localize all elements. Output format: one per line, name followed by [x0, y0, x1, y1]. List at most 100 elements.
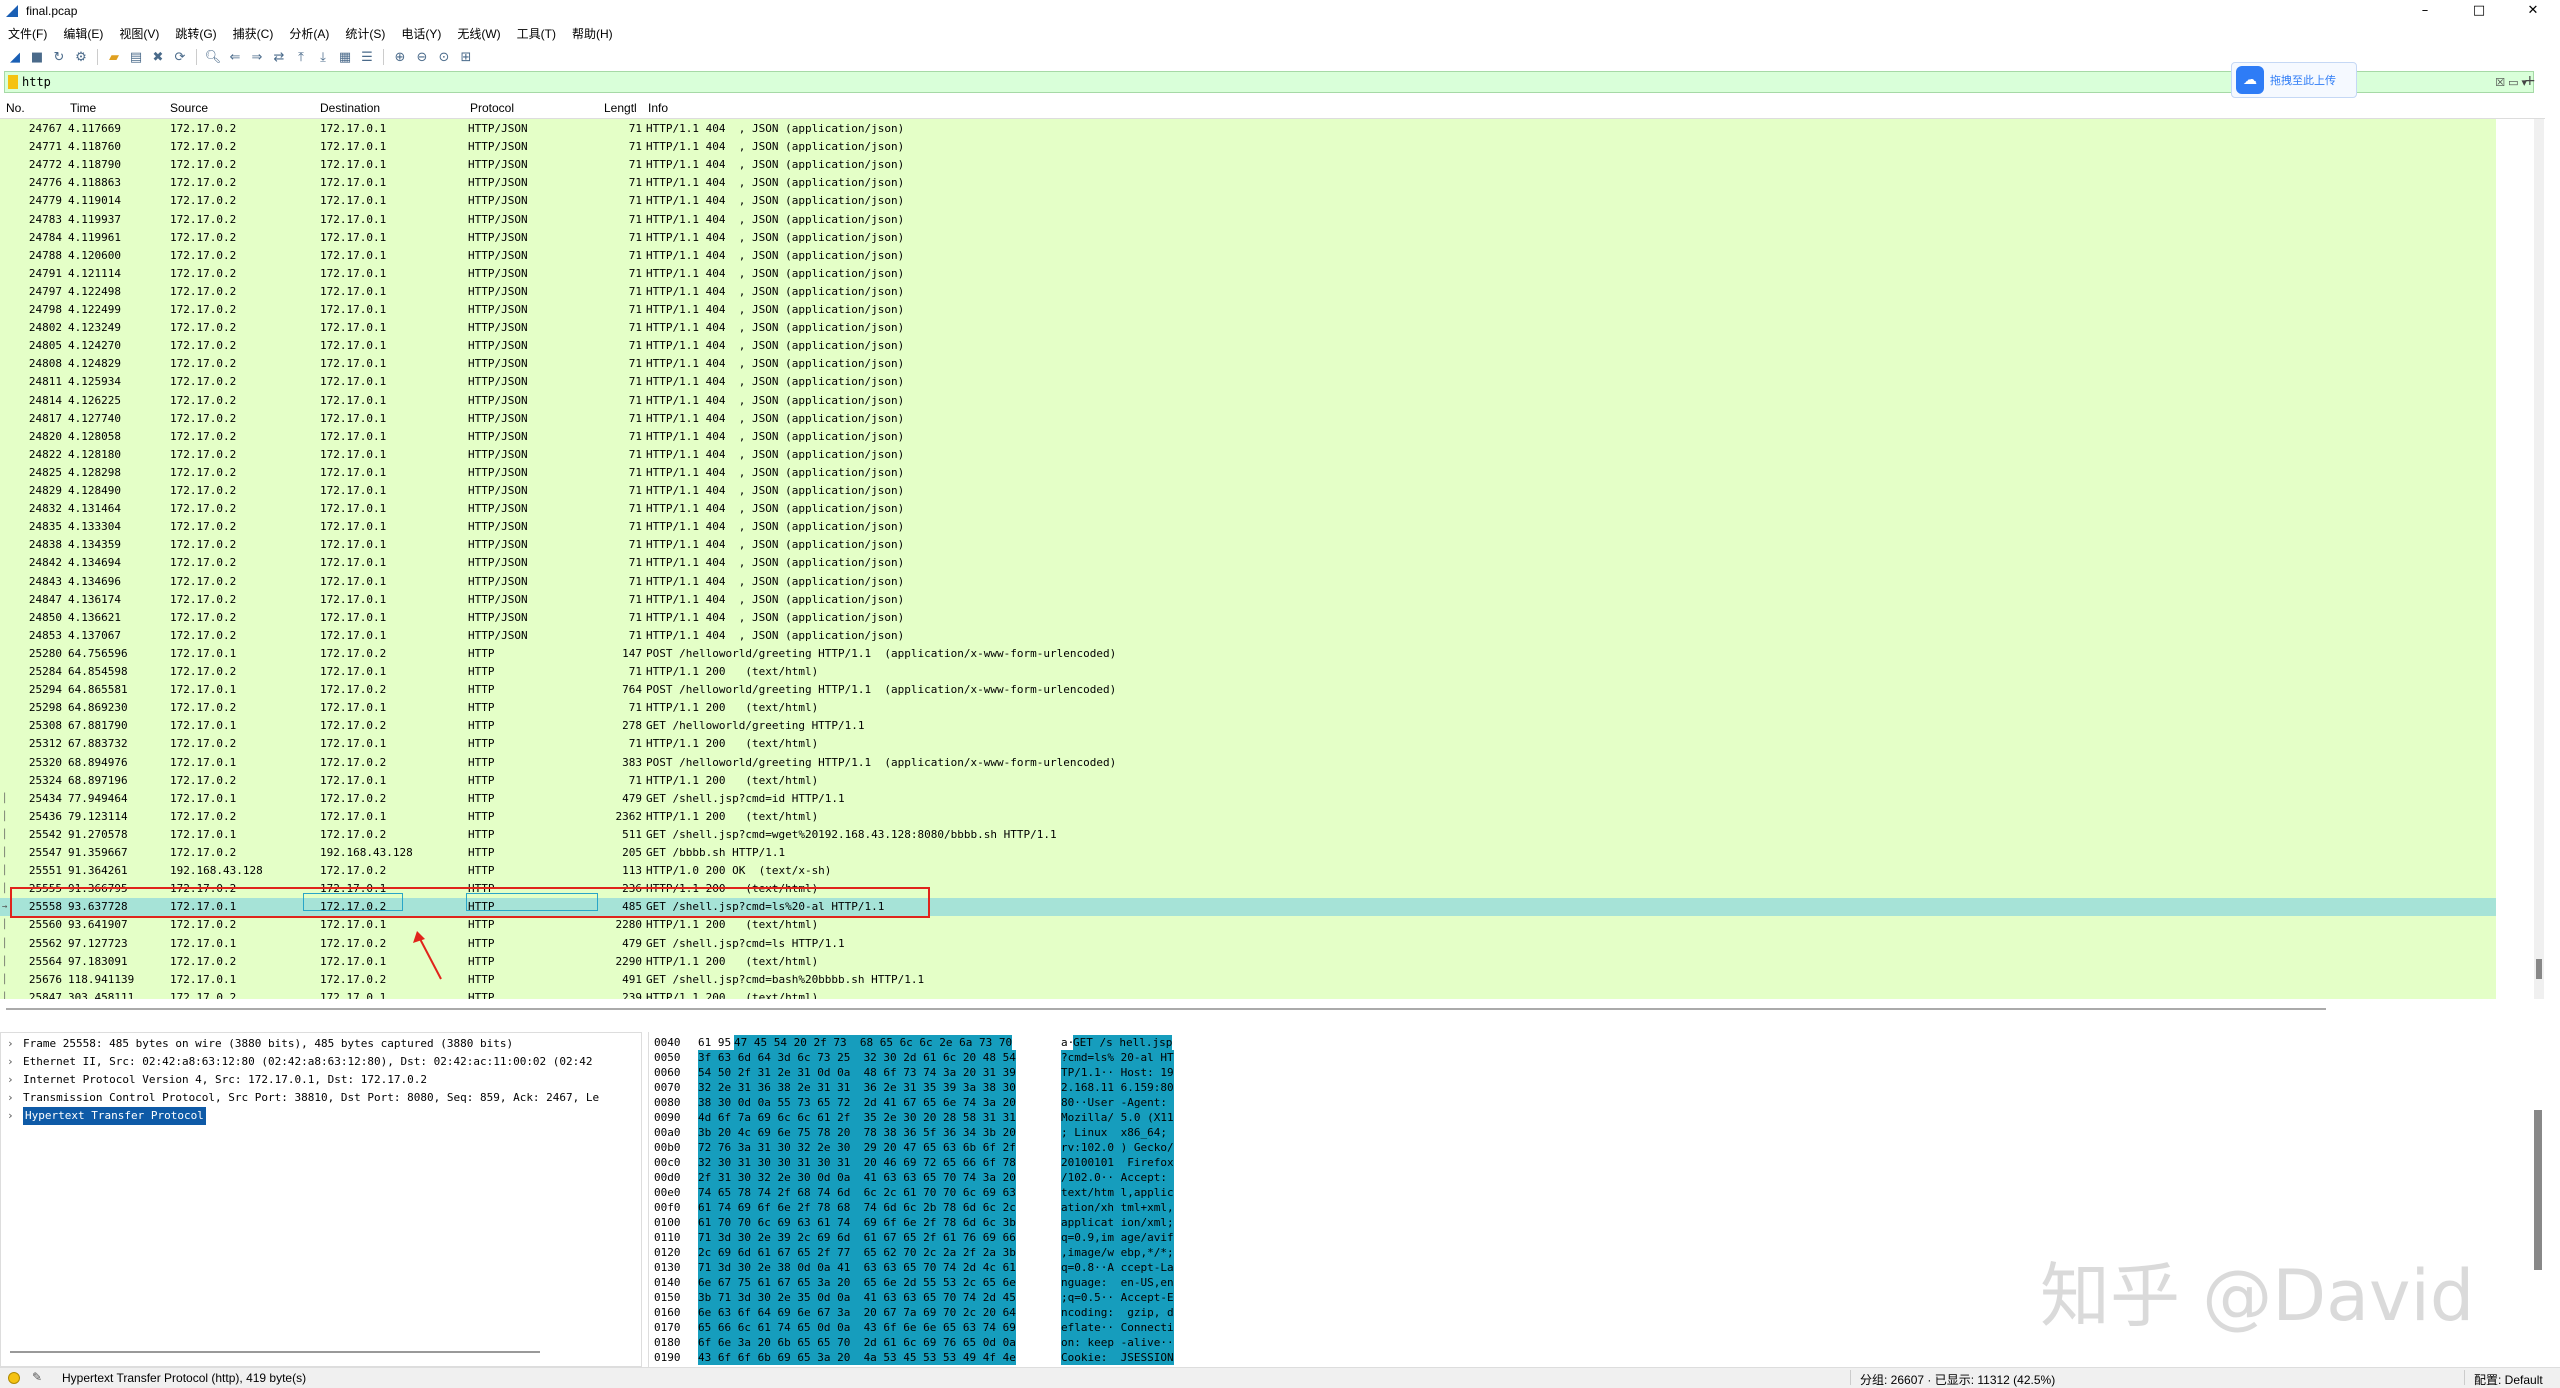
autoscroll-icon[interactable]: ▦: [336, 48, 354, 66]
packet-row[interactable]: │ 25551 91.364261 192.168.43.128 172.17.0.2 H…: [0, 862, 2496, 880]
packet-row[interactable]: 24820 4.128058 172.17.0.2 172.17.0.1 HTTP/JS…: [0, 428, 2496, 446]
zoom-in-icon[interactable]: ⊕: [391, 48, 409, 66]
packet-row[interactable]: 24805 4.124270 172.17.0.2 172.17.0.1 HTTP/JS…: [0, 337, 2496, 355]
reload-file-icon[interactable]: ⟳: [171, 48, 189, 66]
minimize-button[interactable]: –: [2398, 0, 2452, 22]
packet-row[interactable]: 24811 4.125934 172.17.0.2 172.17.0.1 HTTP/JS…: [0, 373, 2496, 391]
detail-row-http[interactable]: › Hypertext Transfer Protocol: [1, 1107, 643, 1125]
apply-filter-icon[interactable]: ▭: [2508, 76, 2518, 89]
expert-info-icon[interactable]: [8, 1372, 20, 1384]
menu-help[interactable]: 帮助(H): [564, 25, 621, 42]
menu-telephony[interactable]: 电话(Y): [393, 25, 449, 42]
packet-row[interactable]: │ 25542 91.270578 172.17.0.1 172.17.0.2 HTTP 5…: [0, 826, 2496, 844]
col-header-info[interactable]: Info: [648, 101, 668, 115]
packet-row[interactable]: 24843 4.134696 172.17.0.2 172.17.0.1 HTTP/JS…: [0, 573, 2496, 591]
menu-statistics[interactable]: 统计(S): [337, 25, 393, 42]
packet-row[interactable]: │ 25847 303.458111 172.17.0.2 172.17.0.1 HTTP…: [0, 989, 2496, 999]
packet-row[interactable]: 24853 4.137067 172.17.0.2 172.17.0.1 HTTP/JS…: [0, 627, 2496, 645]
scrollbar-thumb[interactable]: [6, 1008, 2326, 1010]
packet-row[interactable]: 24838 4.134359 172.17.0.2 172.17.0.1 HTTP/JS…: [0, 536, 2496, 554]
resize-columns-icon[interactable]: ⊞: [457, 48, 475, 66]
col-header-destination[interactable]: Destination: [320, 101, 380, 115]
packet-row[interactable]: 24802 4.123249 172.17.0.2 172.17.0.1 HTTP/JS…: [0, 319, 2496, 337]
menu-edit[interactable]: 编辑(E): [55, 25, 111, 42]
packet-row[interactable]: 24850 4.136621 172.17.0.2 172.17.0.1 HTTP/JS…: [0, 609, 2496, 627]
packet-row[interactable]: │ 25436 79.123114 172.17.0.2 172.17.0.1 HTTP 2…: [0, 808, 2496, 826]
packet-row[interactable]: 24808 4.124829 172.17.0.2 172.17.0.1 HTTP/JS…: [0, 355, 2496, 373]
packet-row[interactable]: │ 25547 91.359667 172.17.0.2 192.168.43.128 H…: [0, 844, 2496, 862]
open-file-icon[interactable]: ▰: [105, 48, 123, 66]
packet-row[interactable]: 24817 4.127740 172.17.0.2 172.17.0.1 HTTP/JS…: [0, 410, 2496, 428]
start-capture-icon[interactable]: ◢: [6, 48, 24, 66]
packet-row[interactable]: 25280 64.756596 172.17.0.1 172.17.0.2 HTTP 14…: [0, 645, 2496, 663]
menu-wireless[interactable]: 无线(W): [449, 25, 508, 42]
packet-row[interactable]: │ 25562 97.127723 172.17.0.1 172.17.0.2 HTTP 4…: [0, 935, 2496, 953]
menu-go[interactable]: 跳转(G): [167, 25, 224, 42]
col-header-time[interactable]: Time: [70, 101, 96, 115]
packet-list[interactable]: 24767 4.117669 172.17.0.2 172.17.0.1 HTTP/JS…: [0, 119, 2496, 999]
menu-file[interactable]: 文件(F): [0, 25, 55, 42]
clear-filter-icon[interactable]: ☒: [2495, 76, 2505, 89]
packet-row[interactable]: │ 25564 97.183091 172.17.0.2 172.17.0.1 HTTP 2…: [0, 953, 2496, 971]
menu-capture[interactable]: 捕获(C): [225, 25, 282, 42]
packet-row[interactable]: 24829 4.128490 172.17.0.2 172.17.0.1 HTTP/JS…: [0, 482, 2496, 500]
zoom-out-icon[interactable]: ⊖: [413, 48, 431, 66]
find-packet-icon[interactable]: 🔍︎: [204, 48, 222, 66]
colorize-icon[interactable]: ☰: [358, 48, 376, 66]
packet-list-hscrollbar[interactable]: [0, 1004, 2545, 1014]
packet-row[interactable]: 24797 4.122498 172.17.0.2 172.17.0.1 HTTP/JS…: [0, 283, 2496, 301]
capture-options-icon[interactable]: ⚙: [72, 48, 90, 66]
detail-row-ip[interactable]: › Internet Protocol Version 4, Src: 172.1…: [1, 1071, 643, 1089]
expand-chevron-icon[interactable]: ›: [7, 1107, 14, 1125]
packet-row[interactable]: 25308 67.881790 172.17.0.1 172.17.0.2 HTTP 27…: [0, 717, 2496, 735]
zoom-reset-icon[interactable]: ⊙: [435, 48, 453, 66]
scrollbar-thumb[interactable]: [2536, 959, 2542, 979]
edit-comment-icon[interactable]: ✎: [32, 1370, 42, 1384]
packet-row[interactable]: 25284 64.854598 172.17.0.2 172.17.0.1 HTTP 71…: [0, 663, 2496, 681]
upload-overlay[interactable]: ☁ 拖拽至此上传: [2231, 62, 2357, 98]
expand-chevron-icon[interactable]: ›: [7, 1071, 14, 1089]
bytes-pane-scrollbar[interactable]: [2534, 1110, 2542, 1270]
go-first-icon[interactable]: ⤒: [292, 48, 310, 66]
filter-bookmark-icon[interactable]: [8, 75, 18, 89]
stop-capture-icon[interactable]: ■: [28, 48, 46, 66]
packet-row[interactable]: 25312 67.883732 172.17.0.2 172.17.0.1 HTTP 71…: [0, 735, 2496, 753]
packet-row[interactable]: 24788 4.120600 172.17.0.2 172.17.0.1 HTTP/JS…: [0, 247, 2496, 265]
packet-row[interactable]: 24847 4.136174 172.17.0.2 172.17.0.1 HTTP/JS…: [0, 591, 2496, 609]
go-forward-icon[interactable]: ⇒: [248, 48, 266, 66]
packet-row[interactable]: 24783 4.119937 172.17.0.2 172.17.0.1 HTTP/JS…: [0, 211, 2496, 229]
go-back-icon[interactable]: ⇐: [226, 48, 244, 66]
packet-row[interactable]: 24779 4.119014 172.17.0.2 172.17.0.1 HTTP/JS…: [0, 192, 2496, 210]
col-header-no[interactable]: No.: [6, 101, 25, 115]
expand-chevron-icon[interactable]: ›: [7, 1035, 14, 1053]
status-profile[interactable]: 配置: Default: [2474, 1371, 2543, 1388]
col-header-length[interactable]: Lengtl: [604, 101, 637, 115]
detail-row-frame[interactable]: › Frame 25558: 485 bytes on wire (3880 bi…: [1, 1035, 643, 1053]
expand-chevron-icon[interactable]: ›: [7, 1089, 14, 1107]
packet-row[interactable]: 24798 4.122499 172.17.0.2 172.17.0.1 HTTP/JS…: [0, 301, 2496, 319]
detail-row-tcp[interactable]: › Transmission Control Protocol, Src Port…: [1, 1089, 643, 1107]
packet-list-scrollbar[interactable]: [2534, 119, 2544, 999]
col-header-source[interactable]: Source: [170, 101, 208, 115]
menu-analyze[interactable]: 分析(A): [281, 25, 337, 42]
menu-view[interactable]: 视图(V): [111, 25, 167, 42]
col-header-protocol[interactable]: Protocol: [470, 101, 514, 115]
packet-row[interactable]: 25294 64.865581 172.17.0.1 172.17.0.2 HTTP 76…: [0, 681, 2496, 699]
restart-capture-icon[interactable]: ↻: [50, 48, 68, 66]
packet-row[interactable]: 24814 4.126225 172.17.0.2 172.17.0.1 HTTP/JS…: [0, 392, 2496, 410]
add-filter-button[interactable]: +: [2524, 73, 2536, 89]
packet-row[interactable]: │ 25676 118.941139 172.17.0.1 172.17.0.2 HTTP…: [0, 971, 2496, 989]
packet-row[interactable]: 24767 4.117669 172.17.0.2 172.17.0.1 HTTP/JS…: [0, 120, 2496, 138]
display-filter-bar[interactable]: http ☒ ▭ ▾: [4, 71, 2534, 93]
expand-chevron-icon[interactable]: ›: [7, 1053, 14, 1071]
packet-row[interactable]: 24784 4.119961 172.17.0.2 172.17.0.1 HTTP/JS…: [0, 229, 2496, 247]
packet-row[interactable]: 24772 4.118790 172.17.0.2 172.17.0.1 HTTP/JS…: [0, 156, 2496, 174]
close-button[interactable]: ✕: [2506, 0, 2560, 22]
packet-row[interactable]: 24835 4.133304 172.17.0.2 172.17.0.1 HTTP/JS…: [0, 518, 2496, 536]
packet-details-pane[interactable]: › Frame 25558: 485 bytes on wire (3880 bi…: [0, 1032, 642, 1367]
display-filter-input[interactable]: http: [22, 75, 2495, 89]
detail-row-ethernet[interactable]: › Ethernet II, Src: 02:42:a8:63:12:80 (02…: [1, 1053, 643, 1071]
packet-row[interactable]: 24825 4.128298 172.17.0.2 172.17.0.1 HTTP/JS…: [0, 464, 2496, 482]
packet-row[interactable]: 24776 4.118863 172.17.0.2 172.17.0.1 HTTP/JS…: [0, 174, 2496, 192]
packet-row[interactable]: 24791 4.121114 172.17.0.2 172.17.0.1 HTTP/JS…: [0, 265, 2496, 283]
